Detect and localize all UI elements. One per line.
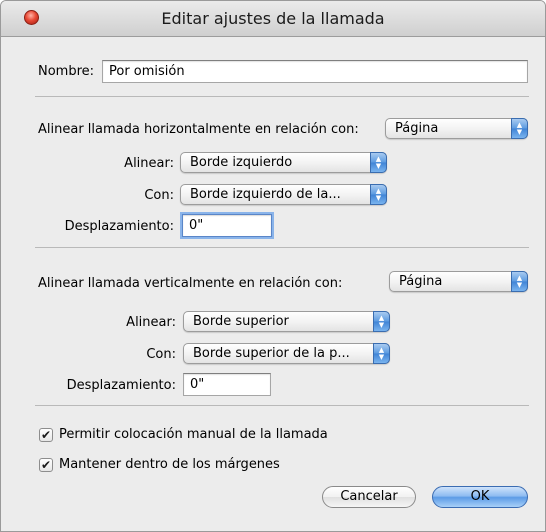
popup-value: Borde izquierdo de la... bbox=[190, 187, 341, 202]
horizontal-align-popup[interactable]: Borde izquierdo ▲ ▼ bbox=[180, 152, 387, 173]
horizontal-offset-field[interactable]: 0" bbox=[182, 214, 272, 237]
keep-in-margins-label[interactable]: Mantener dentro de los márgenes bbox=[59, 457, 280, 472]
separator-middle bbox=[35, 247, 529, 248]
popup-value: Página bbox=[395, 121, 439, 136]
horizontal-offset-label: Desplazamiento: bbox=[64, 219, 174, 234]
vertical-offset-field[interactable]: 0" bbox=[183, 373, 271, 396]
popup-arrows-icon: ▲ ▼ bbox=[373, 343, 390, 364]
ok-button[interactable]: OK bbox=[432, 486, 528, 508]
popup-value: Página bbox=[399, 274, 443, 289]
manual-placement-checkbox[interactable]: ✔ bbox=[39, 428, 53, 442]
vertical-align-label: Alinear: bbox=[126, 315, 176, 330]
name-label: Nombre: bbox=[38, 64, 95, 79]
keep-in-margins-checkbox[interactable]: ✔ bbox=[39, 458, 53, 472]
manual-placement-label[interactable]: Permitir colocación manual de la llamada bbox=[59, 427, 328, 442]
horizontal-align-label: Alinear: bbox=[124, 156, 174, 171]
checkmark-icon: ✔ bbox=[40, 428, 52, 442]
separator-bottom bbox=[35, 405, 529, 406]
horizontal-with-popup[interactable]: Borde izquierdo de la... ▲ ▼ bbox=[180, 184, 387, 205]
popup-arrows-icon: ▲ ▼ bbox=[511, 118, 528, 139]
vertical-offset-label: Desplazamiento: bbox=[66, 378, 176, 393]
popup-arrows-icon: ▲ ▼ bbox=[373, 311, 390, 332]
popup-value: Borde superior bbox=[193, 314, 289, 329]
popup-arrows-icon: ▲ ▼ bbox=[370, 152, 387, 173]
popup-value: Borde izquierdo bbox=[190, 155, 293, 170]
vertical-heading: Alinear llamada verticalmente en relació… bbox=[38, 276, 343, 291]
popup-arrows-icon: ▲ ▼ bbox=[370, 184, 387, 205]
dialog-title: Editar ajustes de la llamada bbox=[161, 9, 385, 28]
checkmark-icon: ✔ bbox=[40, 458, 52, 472]
popup-value: Borde superior de la p... bbox=[193, 346, 350, 361]
vertical-align-popup[interactable]: Borde superior ▲ ▼ bbox=[183, 311, 390, 332]
vertical-with-popup[interactable]: Borde superior de la p... ▲ ▼ bbox=[183, 343, 390, 364]
separator-top bbox=[35, 96, 529, 97]
horizontal-relative-popup[interactable]: Página ▲ ▼ bbox=[385, 118, 528, 139]
horizontal-heading: Alinear llamada horizontalmente en relac… bbox=[38, 122, 359, 137]
dialog-window: Editar ajustes de la llamada Nombre: Por… bbox=[0, 0, 546, 532]
vertical-relative-popup[interactable]: Página ▲ ▼ bbox=[389, 271, 528, 292]
title-bar[interactable]: Editar ajustes de la llamada bbox=[1, 1, 545, 37]
vertical-with-label: Con: bbox=[146, 347, 176, 362]
popup-arrows-icon: ▲ ▼ bbox=[511, 271, 528, 292]
cancel-button[interactable]: Cancelar bbox=[322, 486, 416, 508]
name-field[interactable]: Por omisión bbox=[102, 60, 528, 83]
horizontal-with-label: Con: bbox=[144, 188, 174, 203]
